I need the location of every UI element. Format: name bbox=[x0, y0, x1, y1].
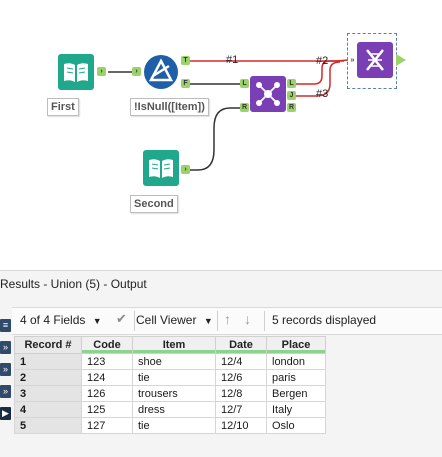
cell-code[interactable]: 124 bbox=[81, 369, 133, 386]
connection-label-1: #1 bbox=[226, 54, 239, 66]
fields-label: 4 of 4 Fields bbox=[20, 313, 86, 327]
cell-item[interactable]: tie bbox=[132, 417, 216, 434]
cell-date[interactable]: 12/4 bbox=[215, 353, 267, 370]
tool-label-filter: !IsNull([Item]) bbox=[130, 98, 209, 116]
filter-tool[interactable] bbox=[143, 54, 179, 90]
filter-icon bbox=[144, 55, 178, 89]
toolbar-divider bbox=[134, 311, 135, 331]
union-output-anchor-r[interactable]: R bbox=[287, 103, 296, 112]
table-header-row: Record # Code Item Date Place bbox=[14, 336, 326, 354]
expand-icon[interactable]: » bbox=[0, 385, 11, 398]
arrow-up-icon[interactable]: ↑ bbox=[224, 311, 231, 327]
cell-place[interactable]: paris bbox=[266, 369, 326, 386]
union-icon bbox=[250, 76, 286, 112]
cell-code[interactable]: 126 bbox=[81, 385, 133, 402]
cell-record: 5 bbox=[14, 417, 82, 434]
table-row[interactable]: 5 127 tie 12/10 Oslo bbox=[14, 417, 326, 434]
input-tool-second[interactable] bbox=[143, 150, 179, 186]
results-toolbar: 4 of 4 Fields ▼ ✔ Cell Viewer ▼ ↑ ↓ 5 re… bbox=[12, 307, 442, 335]
cell-record: 1 bbox=[14, 353, 82, 370]
toolbar-divider bbox=[264, 311, 265, 331]
union-tool[interactable] bbox=[250, 76, 286, 112]
cell-item[interactable]: shoe bbox=[132, 353, 216, 370]
column-header-code[interactable]: Code bbox=[81, 336, 133, 354]
expand-icon[interactable]: » bbox=[0, 341, 11, 354]
input-anchor[interactable]: › bbox=[132, 67, 141, 76]
cell-item[interactable]: trousers bbox=[132, 385, 216, 402]
book-input-icon bbox=[143, 150, 179, 186]
hamburger-icon[interactable]: ≡ bbox=[0, 319, 11, 332]
results-panel: Results - Union (5) - Output ≡ » » » ▶ 4… bbox=[0, 270, 442, 457]
chevron-down-icon: ▼ bbox=[203, 316, 213, 326]
workflow-canvas[interactable]: #1 #2 #3 › First › T F !IsNull([Item]) L… bbox=[0, 0, 442, 270]
false-anchor[interactable]: F bbox=[181, 79, 190, 88]
cell-code[interactable]: 125 bbox=[81, 401, 133, 418]
selected-anchor-icon[interactable]: ▶ bbox=[0, 407, 11, 420]
union-input-anchor-r[interactable]: R bbox=[240, 103, 249, 112]
cell-date[interactable]: 12/10 bbox=[215, 417, 267, 434]
table-row[interactable]: 4 125 dress 12/7 Italy bbox=[14, 401, 326, 418]
cell-place[interactable]: Italy bbox=[266, 401, 326, 418]
cell-code[interactable]: 123 bbox=[81, 353, 133, 370]
column-header-place[interactable]: Place bbox=[266, 336, 326, 354]
table-row[interactable]: 1 123 shoe 12/4 london bbox=[14, 353, 326, 370]
cell-place[interactable]: london bbox=[266, 353, 326, 370]
connection-label-3: #3 bbox=[316, 88, 329, 100]
results-table: Record # Code Item Date Place 1 123 shoe… bbox=[14, 336, 326, 434]
cell-date[interactable]: 12/7 bbox=[215, 401, 267, 418]
tool-label-first: First bbox=[47, 98, 79, 116]
column-header-item[interactable]: Item bbox=[132, 336, 216, 354]
connection-second-to-union bbox=[184, 107, 246, 171]
book-input-icon bbox=[58, 54, 94, 90]
dna-icon bbox=[357, 42, 393, 78]
chevron-down-icon: ▼ bbox=[92, 316, 102, 326]
viewer-dropdown[interactable]: Cell Viewer ▼ bbox=[136, 313, 213, 327]
fields-dropdown[interactable]: 4 of 4 Fields ▼ bbox=[20, 313, 102, 327]
tool-label-second: Second bbox=[130, 195, 178, 213]
table-row[interactable]: 3 126 trousers 12/8 Bergen bbox=[14, 385, 326, 402]
checkmark-icon[interactable]: ✔ bbox=[116, 311, 127, 327]
output-tool-anchor-icon[interactable] bbox=[396, 54, 406, 66]
column-header-date[interactable]: Date bbox=[215, 336, 267, 354]
toolbar-divider bbox=[217, 311, 218, 331]
output-anchor[interactable]: › bbox=[97, 67, 106, 76]
cell-item[interactable]: dress bbox=[132, 401, 216, 418]
cell-place[interactable]: Bergen bbox=[266, 385, 326, 402]
column-header-record[interactable]: Record # bbox=[14, 336, 82, 354]
cell-record: 3 bbox=[14, 385, 82, 402]
browse-tool[interactable] bbox=[357, 42, 393, 78]
arrow-down-icon[interactable]: ↓ bbox=[244, 311, 251, 327]
results-title: Results - Union (5) - Output bbox=[0, 277, 147, 291]
output-tool-input-anchor[interactable]: » bbox=[348, 56, 357, 65]
results-side-strip: ≡ » » » ▶ bbox=[0, 313, 12, 453]
connection-label-2: #2 bbox=[316, 55, 329, 67]
cell-record: 2 bbox=[14, 369, 82, 386]
union-input-anchor-l[interactable]: L bbox=[240, 79, 249, 88]
cell-code[interactable]: 127 bbox=[81, 417, 133, 434]
cell-place[interactable]: Oslo bbox=[266, 417, 326, 434]
output-anchor[interactable]: › bbox=[181, 165, 190, 174]
expand-icon[interactable]: » bbox=[0, 363, 11, 376]
table-row[interactable]: 2 124 tie 12/6 paris bbox=[14, 369, 326, 386]
viewer-label: Cell Viewer bbox=[136, 313, 197, 327]
union-output-anchor-j[interactable]: J bbox=[287, 91, 296, 100]
cell-date[interactable]: 12/8 bbox=[215, 385, 267, 402]
input-tool-first[interactable] bbox=[58, 54, 94, 90]
cell-item[interactable]: tie bbox=[132, 369, 216, 386]
true-anchor[interactable]: T bbox=[181, 56, 190, 65]
union-output-anchor-l[interactable]: L bbox=[287, 79, 296, 88]
cell-record: 4 bbox=[14, 401, 82, 418]
records-count: 5 records displayed bbox=[272, 313, 377, 327]
cell-date[interactable]: 12/6 bbox=[215, 369, 267, 386]
